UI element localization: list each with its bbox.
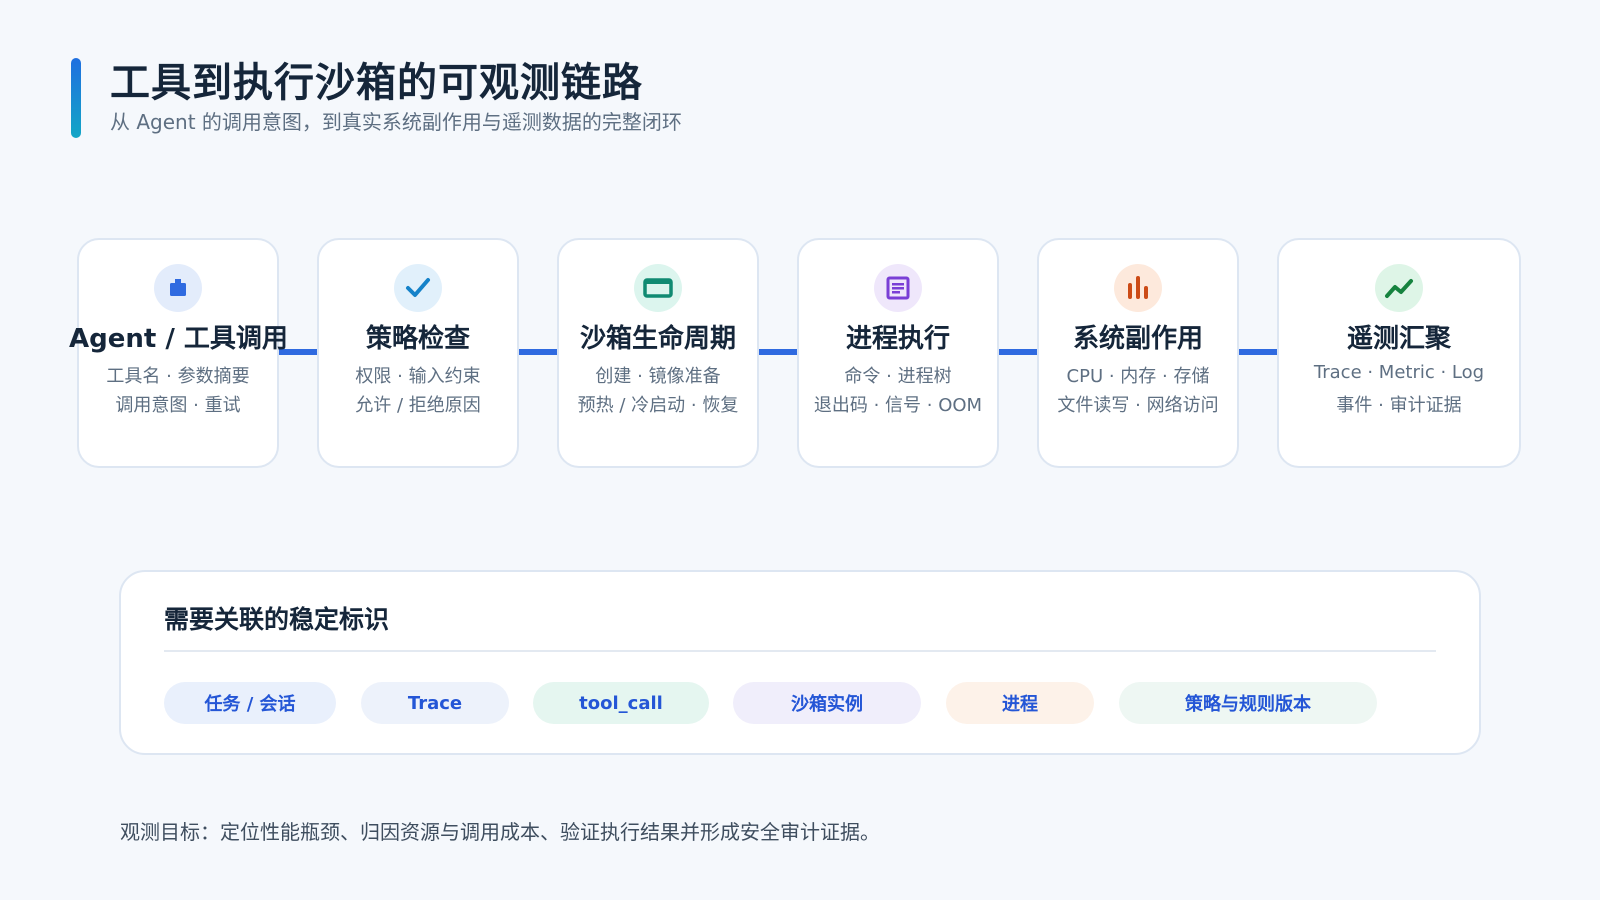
panel-title: 需要关联的稳定标识 (164, 605, 390, 634)
container-icon (634, 264, 682, 312)
stage-policy-check: 策略检查 权限 · 输入约束 允许 / 拒绝原因 (317, 238, 519, 468)
stage-title: 进程执行 (845, 324, 950, 354)
stage-detail-2: 允许 / 拒绝原因 (355, 395, 481, 416)
robot-icon (154, 264, 202, 312)
stage-detail-1: 工具名 · 参数摘要 (106, 366, 250, 387)
trend-icon (1375, 264, 1423, 312)
stage-detail-1: CPU · 内存 · 存储 (1066, 366, 1210, 387)
page-title: 工具到执行沙箱的可观测链路 (110, 60, 643, 106)
stage-title: Agent / 工具调用 (69, 324, 288, 354)
stage-detail-2: 文件读写 · 网络访问 (1057, 395, 1219, 416)
id-chip-tool-call: tool_call (533, 682, 709, 724)
stable-identifiers-panel: 需要关联的稳定标识 任务 / 会话 Trace tool_call 沙箱实例 进… (119, 570, 1481, 755)
document-icon (874, 264, 922, 312)
stage-title: 策略检查 (365, 324, 470, 354)
stage-title: 沙箱生命周期 (579, 324, 736, 354)
stage-agent-tool-call: Agent / 工具调用 工具名 · 参数摘要 调用意图 · 重试 (69, 238, 288, 468)
panel-divider (164, 650, 1436, 652)
stage-detail-1: Trace · Metric · Log (1313, 362, 1485, 383)
stage-detail-2: 预热 / 冷启动 · 恢复 (577, 395, 739, 416)
title-accent-bar (71, 58, 81, 138)
stage-detail-1: 权限 · 输入约束 (355, 366, 481, 387)
checkmark-icon (394, 264, 442, 312)
observability-pipeline: Agent / 工具调用 工具名 · 参数摘要 调用意图 · 重试 策略检查 权… (0, 238, 1600, 468)
id-chip-process: 进程 (946, 682, 1094, 724)
stage-detail-1: 创建 · 镜像准备 (595, 366, 721, 387)
stage-detail-2: 调用意图 · 重试 (115, 395, 241, 416)
id-chip-sandbox-instance: 沙箱实例 (733, 682, 921, 724)
stage-telemetry-aggregation: 遥测汇聚 Trace · Metric · Log 事件 · 审计证据 (1277, 238, 1521, 468)
id-chip-task-session: 任务 / 会话 (164, 682, 336, 724)
stage-title: 遥测汇聚 (1346, 324, 1451, 354)
stage-process-execution: 进程执行 命令 · 进程树 退出码 · 信号 · OOM (797, 238, 999, 468)
bar-chart-icon (1114, 264, 1162, 312)
id-chip-trace: Trace (361, 682, 509, 724)
page-subtitle: 从 Agent 的调用意图，到真实系统副作用与遥测数据的完整闭环 (110, 110, 682, 134)
stage-title: 系统副作用 (1072, 324, 1203, 354)
id-chip-policy-rule-version: 策略与规则版本 (1119, 682, 1377, 724)
stage-system-side-effects: 系统副作用 CPU · 内存 · 存储 文件读写 · 网络访问 (1037, 238, 1239, 468)
stage-detail-1: 命令 · 进程树 (844, 366, 952, 387)
stage-sandbox-lifecycle: 沙箱生命周期 创建 · 镜像准备 预热 / 冷启动 · 恢复 (557, 238, 759, 468)
stage-detail-2: 退出码 · 信号 · OOM (813, 395, 983, 416)
stage-detail-2: 事件 · 审计证据 (1336, 395, 1462, 416)
observability-goal-note: 观测目标：定位性能瓶颈、归因资源与调用成本、验证执行结果并形成安全审计证据。 (120, 820, 880, 844)
